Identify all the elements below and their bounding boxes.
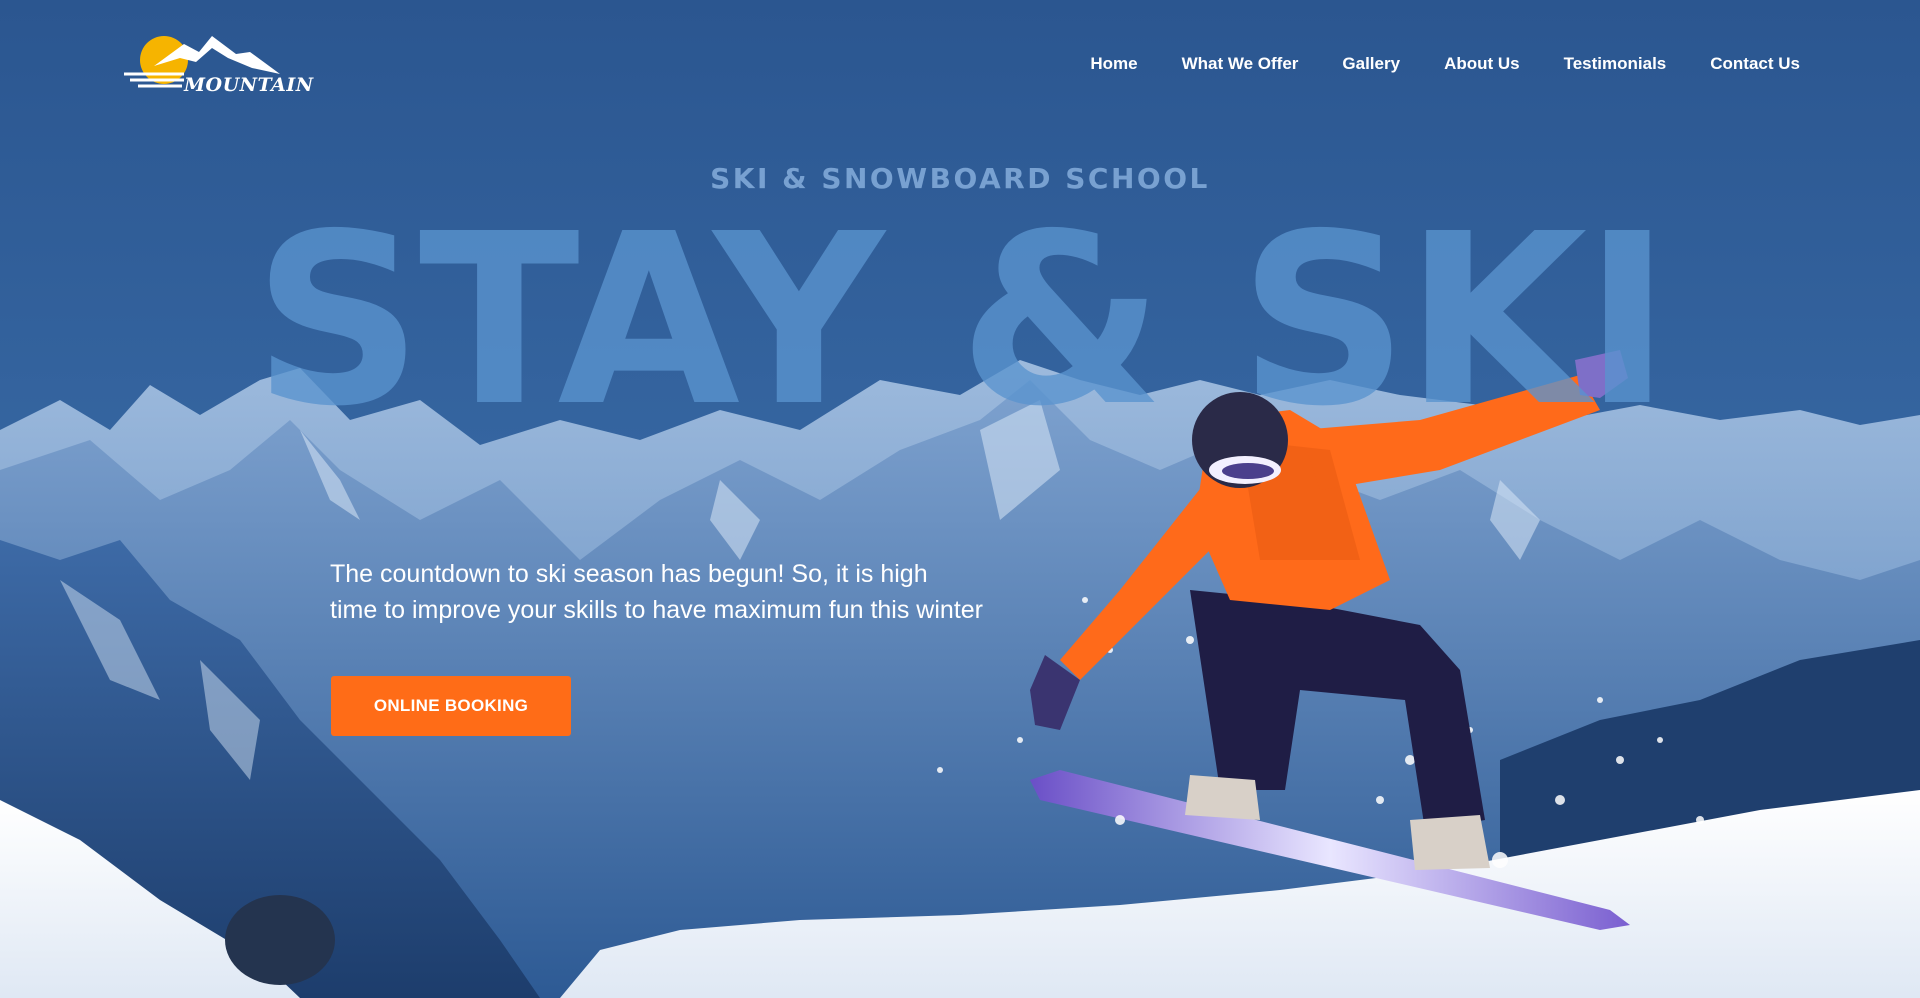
hero-title: STAY & SKI [252,183,1671,458]
nav-testimonials[interactable]: Testimonials [1564,52,1667,76]
nav-what-we-offer[interactable]: What We Offer [1182,52,1299,76]
nav-about-us[interactable]: About Us [1444,52,1520,76]
mountain-background [0,0,1920,998]
brand-logo[interactable]: MOUNTAIN [124,30,313,102]
tagline-line-1: The countdown to ski season has begun! S… [330,560,928,588]
hero-section: MOUNTAIN Home What We Offer Gallery Abou… [0,0,1920,998]
nav-gallery[interactable]: Gallery [1342,52,1400,76]
nav-home[interactable]: Home [1090,52,1137,76]
logo-text: MOUNTAIN [184,74,314,96]
main-navigation: Home What We Offer Gallery About Us Test… [1090,52,1800,76]
nav-contact-us[interactable]: Contact Us [1710,52,1800,76]
hero-tagline: The countdown to ski season has begun! S… [330,556,1010,628]
tagline-line-2: time to improve your skills to have maxi… [330,596,983,624]
online-booking-button[interactable]: ONLINE BOOKING [331,676,571,736]
